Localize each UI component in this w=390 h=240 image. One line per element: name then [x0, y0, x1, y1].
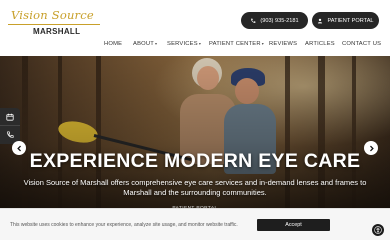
- nav-item-home[interactable]: HOME: [104, 41, 122, 47]
- nav-item-articles[interactable]: ARTICLES: [305, 41, 335, 47]
- patient-portal-button[interactable]: PATIENT PORTAL: [312, 12, 379, 29]
- cookie-text: This website uses cookies to enhance you…: [10, 222, 238, 228]
- nav-item-reviews[interactable]: REVIEWS: [269, 41, 297, 47]
- accessibility-button[interactable]: [372, 224, 384, 236]
- nav-item-contact-us[interactable]: CONTACT US: [342, 41, 381, 47]
- accept-cookies-button[interactable]: Accept: [257, 219, 330, 231]
- nav-label: SERVICES: [167, 41, 198, 47]
- nav-label: HOME: [104, 41, 123, 47]
- nav-item-services[interactable]: SERVICES▾: [167, 41, 201, 47]
- brand-logo[interactable]: Vision Source MARSHALL: [8, 8, 103, 40]
- logo-script-text: Vision Source: [11, 8, 94, 22]
- phone-number: (903) 935-2181: [260, 17, 299, 24]
- side-tab-appointment[interactable]: [0, 108, 20, 126]
- chevron-down-icon: ▾: [261, 41, 264, 46]
- logo-location-text: MARSHALL: [33, 27, 81, 36]
- phone-icon: [251, 18, 256, 23]
- side-tabs: [0, 108, 20, 144]
- logo-rule: [8, 24, 100, 25]
- chevron-down-icon: ▾: [154, 41, 158, 46]
- nav-label: CONTACT US: [342, 41, 382, 47]
- phone-icon: [7, 131, 14, 138]
- nav-label: PATIENT CENTER: [209, 41, 261, 47]
- phone-button[interactable]: (903) 935-2181: [241, 12, 308, 29]
- nav-item-about[interactable]: ABOUT▾: [133, 41, 157, 47]
- nav-item-patient-center[interactable]: PATIENT CENTER▾: [209, 41, 264, 47]
- hero-title: EXPERIENCE MODERN EYE CARE: [29, 150, 361, 172]
- chevron-down-icon: ▾: [198, 41, 202, 46]
- nav-label: REVIEWS: [269, 41, 298, 47]
- hero-subtitle: Vision Source of Marshall offers compreh…: [23, 178, 367, 197]
- nav-label: ARTICLES: [305, 41, 335, 47]
- calendar-icon: [6, 113, 14, 121]
- accessibility-icon: [374, 226, 382, 234]
- main-nav: HOME ABOUT▾ SERVICES▾ PATIENT CENTER▾ RE…: [0, 41, 390, 51]
- user-icon: [318, 18, 323, 23]
- site-header: Vision Source MARSHALL (903) 935-2181 PA…: [0, 0, 390, 56]
- nav-label: ABOUT: [133, 41, 154, 47]
- patient-portal-label: PATIENT PORTAL: [327, 17, 374, 24]
- cookie-banner: This website uses cookies to enhance you…: [0, 208, 390, 240]
